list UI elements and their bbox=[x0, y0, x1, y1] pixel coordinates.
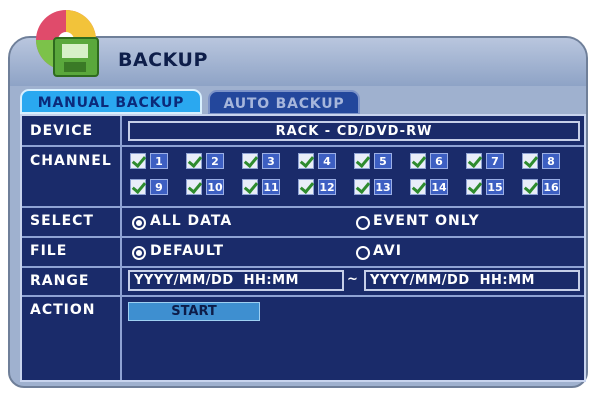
row-divider bbox=[22, 295, 584, 297]
tab-manual-backup[interactable]: MANUAL BACKUP bbox=[20, 89, 202, 114]
window-title: BACKUP bbox=[118, 49, 208, 71]
channel-checkbox[interactable] bbox=[354, 153, 370, 169]
channel-number: 9 bbox=[150, 179, 168, 195]
default-format-label: DEFAULT bbox=[150, 243, 225, 259]
channel-number: 14 bbox=[430, 179, 448, 195]
channel-number: 2 bbox=[206, 153, 224, 169]
device-label: DEVICE bbox=[30, 123, 94, 139]
channel-number: 13 bbox=[374, 179, 392, 195]
all-data-radio[interactable] bbox=[132, 216, 146, 230]
event-only-radio[interactable] bbox=[356, 216, 370, 230]
channel-checkbox[interactable] bbox=[298, 153, 314, 169]
channel-number: 11 bbox=[262, 179, 280, 195]
channel-checkbox[interactable] bbox=[242, 153, 258, 169]
channel-number: 12 bbox=[318, 179, 336, 195]
channel-checkbox[interactable] bbox=[522, 179, 538, 195]
range-start-field[interactable]: YYYY/MM/DD HH:MM bbox=[128, 270, 344, 291]
channel-number: 1 bbox=[150, 153, 168, 169]
start-button[interactable]: START bbox=[128, 302, 260, 321]
channel-checkbox[interactable] bbox=[186, 179, 202, 195]
channel-checkbox[interactable] bbox=[130, 179, 146, 195]
row-divider bbox=[22, 236, 584, 238]
channel-number: 16 bbox=[542, 179, 560, 195]
channel-checkbox[interactable] bbox=[242, 179, 258, 195]
row-divider bbox=[22, 266, 584, 268]
device-select[interactable]: RACK - CD/DVD-RW bbox=[128, 121, 580, 141]
channel-number: 3 bbox=[262, 153, 280, 169]
channel-number: 6 bbox=[430, 153, 448, 169]
range-label: RANGE bbox=[30, 273, 90, 289]
tab-auto-backup[interactable]: AUTO BACKUP bbox=[208, 90, 360, 115]
channel-number: 5 bbox=[374, 153, 392, 169]
channel-checkbox[interactable] bbox=[410, 179, 426, 195]
channel-checkbox[interactable] bbox=[186, 153, 202, 169]
channel-checkbox[interactable] bbox=[466, 179, 482, 195]
action-label: ACTION bbox=[30, 302, 96, 318]
channel-number: 7 bbox=[486, 153, 504, 169]
channel-number: 4 bbox=[318, 153, 336, 169]
channel-checkbox[interactable] bbox=[466, 153, 482, 169]
row-divider bbox=[22, 206, 584, 208]
backup-disc-icon bbox=[36, 10, 99, 77]
channel-checkbox[interactable] bbox=[130, 153, 146, 169]
channel-checkbox[interactable] bbox=[298, 179, 314, 195]
select-label: SELECT bbox=[30, 213, 94, 229]
channel-number: 15 bbox=[486, 179, 504, 195]
channel-checkbox[interactable] bbox=[354, 179, 370, 195]
default-format-radio[interactable] bbox=[132, 246, 146, 260]
range-separator: ~ bbox=[347, 272, 358, 287]
avi-format-radio[interactable] bbox=[356, 246, 370, 260]
row-divider bbox=[22, 145, 584, 147]
channel-label: CHANNEL bbox=[30, 153, 112, 169]
channel-number: 10 bbox=[206, 179, 224, 195]
file-label: FILE bbox=[30, 243, 68, 259]
channel-checkbox[interactable] bbox=[522, 153, 538, 169]
all-data-option-label: ALL DATA bbox=[150, 213, 233, 229]
channel-number: 8 bbox=[542, 153, 560, 169]
avi-format-label: AVI bbox=[373, 243, 402, 259]
column-divider bbox=[120, 116, 122, 380]
event-only-option-label: EVENT ONLY bbox=[373, 213, 480, 229]
range-end-field[interactable]: YYYY/MM/DD HH:MM bbox=[364, 270, 580, 291]
channel-checkbox[interactable] bbox=[410, 153, 426, 169]
